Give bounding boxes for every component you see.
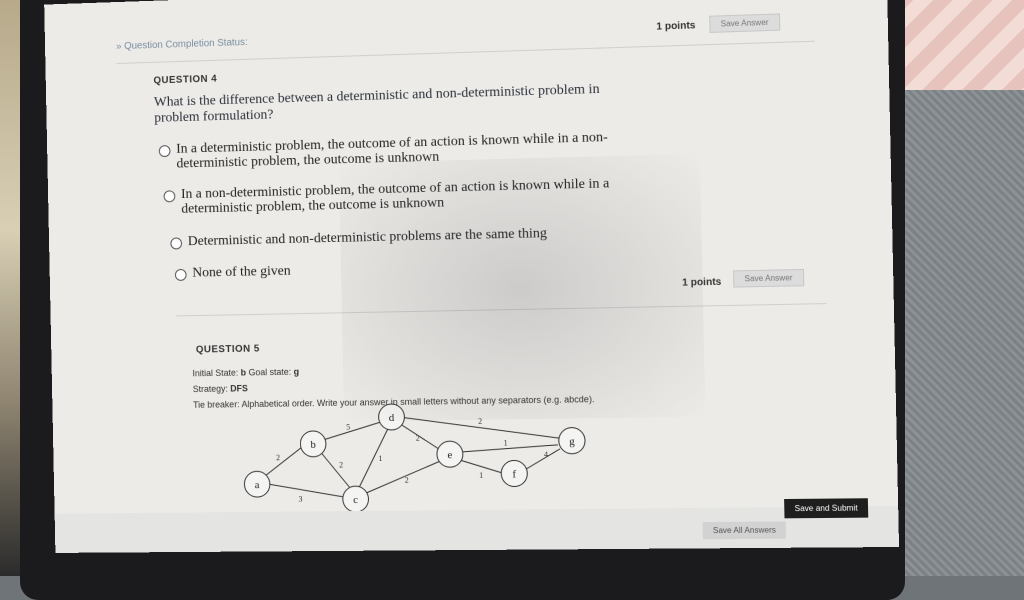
- edge-label: 1: [378, 454, 382, 463]
- save-and-submit-button[interactable]: Save and Submit: [784, 498, 869, 519]
- edge-label: 2: [405, 476, 409, 485]
- edge-label: 2: [478, 417, 482, 426]
- node-label: d: [389, 412, 395, 424]
- q4-option-4[interactable]: None of the given: [174, 256, 660, 281]
- edge-label: 2: [416, 434, 420, 443]
- node-label: a: [255, 479, 260, 491]
- edge-label: 2: [339, 460, 343, 469]
- q5-title: QUESTION 5: [195, 343, 260, 356]
- initial-state-label: Initial State:: [192, 367, 239, 379]
- radio-button[interactable]: [174, 268, 187, 281]
- node-label: f: [512, 468, 516, 480]
- edge-c-e: [361, 460, 443, 495]
- q4-option-1-label: In a deterministic problem, the outcome …: [176, 129, 608, 172]
- radio-button[interactable]: [158, 145, 171, 158]
- edge-d-e: [399, 422, 444, 453]
- initial-state-value: b: [240, 367, 247, 378]
- node-label: e: [447, 449, 452, 461]
- edge-label: 1: [479, 471, 483, 480]
- q4-option-3-label: Deterministic and non-deterministic prob…: [187, 226, 548, 250]
- q4-points: 1 points: [656, 20, 696, 33]
- q5-strategy: Strategy: DFS: [193, 383, 248, 394]
- goal-state-label: Goal state:: [248, 366, 292, 378]
- node-label: b: [310, 439, 316, 451]
- edge-label: 4: [544, 450, 548, 459]
- q4-title: QUESTION 4: [153, 73, 218, 87]
- divider: [175, 303, 827, 317]
- edge-label: 1: [504, 438, 508, 447]
- node-label: g: [569, 436, 575, 448]
- q4-save-answer-button[interactable]: Save Answer: [709, 13, 781, 33]
- edge-c-d: [358, 427, 390, 487]
- radio-button[interactable]: [170, 237, 183, 250]
- edge-label: 2: [276, 453, 280, 462]
- q4-option-3[interactable]: Deterministic and non-deterministic prob…: [170, 224, 655, 250]
- save-all-answers-button[interactable]: Save All Answers: [702, 521, 787, 540]
- edge-label: 3: [298, 495, 302, 504]
- q5-states: Initial State: b Goal state: g: [192, 367, 299, 379]
- goal-state-value: g: [293, 366, 300, 377]
- q4-option-4-label: None of the given: [192, 263, 291, 281]
- quiz-screen: » Question Completion Status: 1 points S…: [44, 0, 900, 553]
- q5-save-answer-button[interactable]: Save Answer: [733, 268, 805, 288]
- edge-b-d: [317, 421, 384, 442]
- question-completion-status-link[interactable]: » Question Completion Status:: [116, 37, 248, 52]
- q4-question-text: What is the difference between a determi…: [153, 81, 600, 126]
- edge-a-c: [257, 481, 351, 499]
- edge-label: 5: [346, 422, 350, 431]
- search-graph: 2 3 5 2 1 2 2 2 1 1 4 a b c d e f g: [236, 400, 596, 514]
- edge-f-g: [522, 449, 561, 472]
- q4-option-1[interactable]: In a deterministic problem, the outcome …: [158, 129, 643, 172]
- q5-points: 1 points: [682, 276, 722, 289]
- q4-option-2[interactable]: In a non-deterministic problem, the outc…: [163, 175, 647, 217]
- strategy-label: Strategy:: [192, 383, 228, 395]
- q4-option-2-label: In a non-deterministic problem, the outc…: [180, 176, 610, 217]
- radio-button[interactable]: [163, 190, 176, 203]
- strategy-value: DFS: [230, 383, 248, 394]
- node-label: c: [353, 494, 358, 506]
